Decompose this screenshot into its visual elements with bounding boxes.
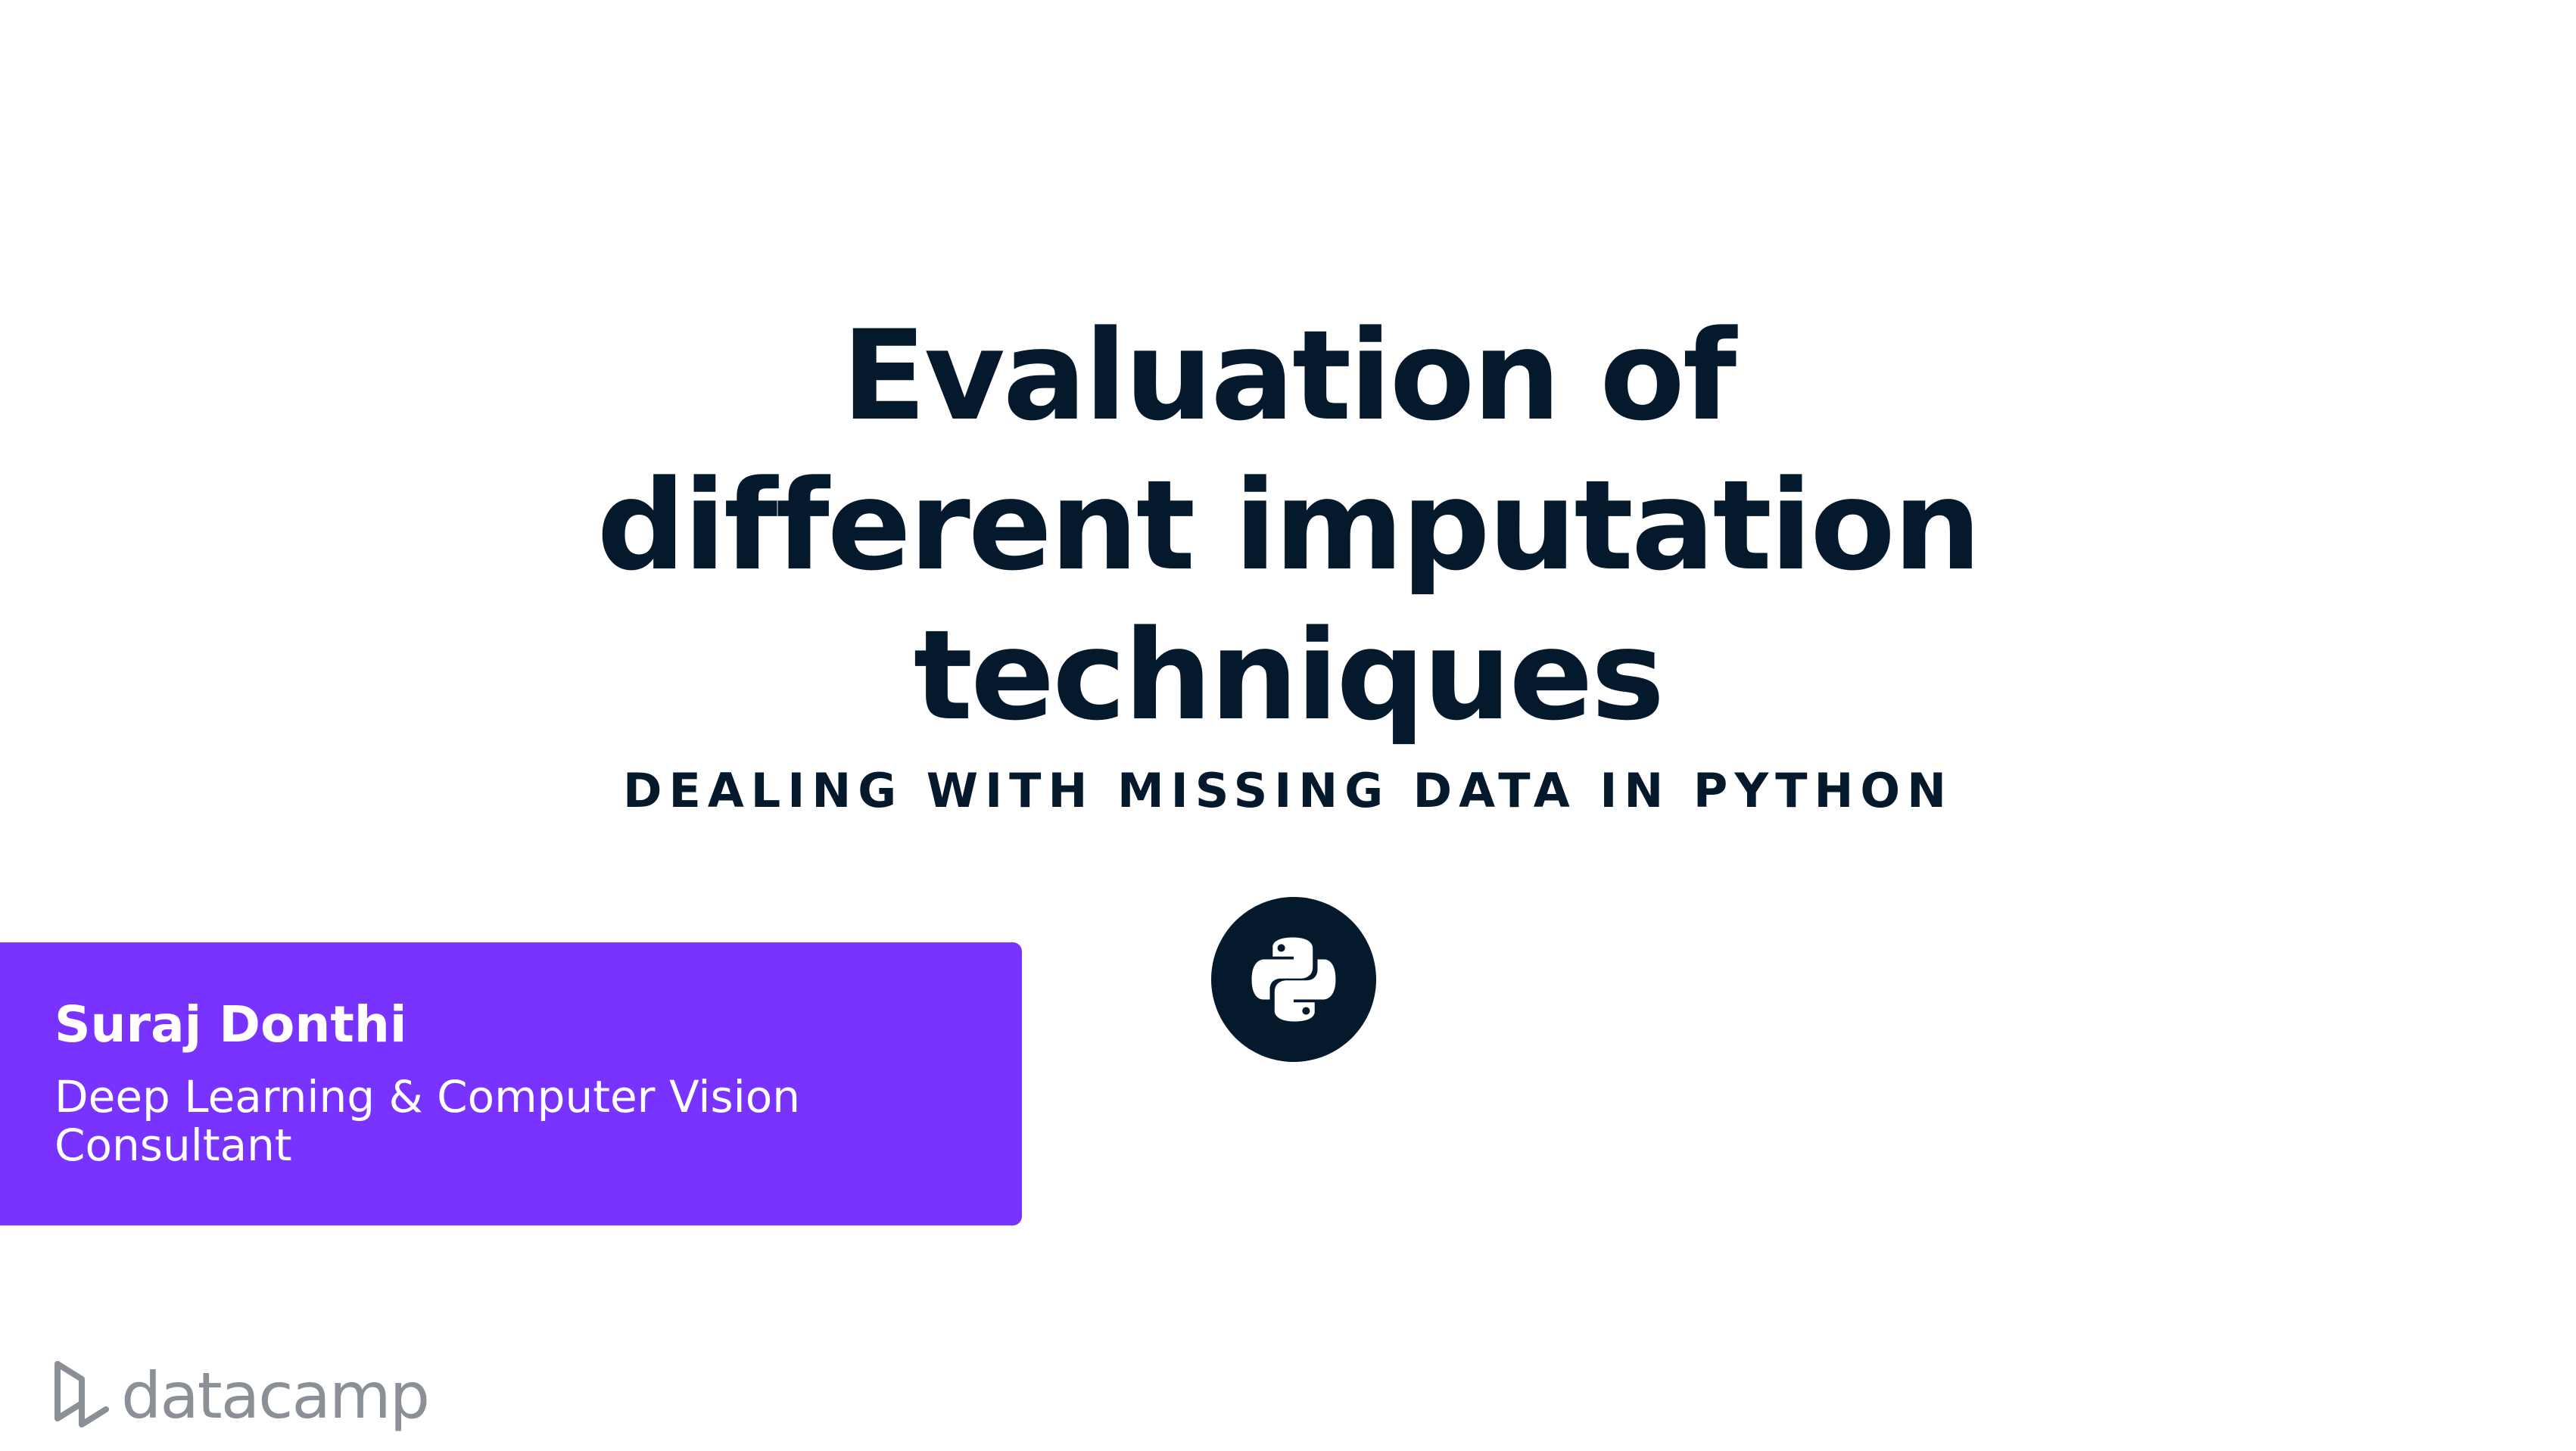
- title-line-1: Evaluation of: [841, 304, 1737, 448]
- course-name: DEALING WITH MISSING DATA IN PYTHON: [622, 763, 1953, 818]
- author-name: Suraj Donthi: [55, 995, 407, 1054]
- slide-title: Evaluation of different imputation techn…: [0, 301, 2576, 751]
- title-line-3: techniques: [913, 603, 1665, 748]
- title-slide: Evaluation of different imputation techn…: [0, 0, 2576, 1451]
- title-line-2: different imputation: [596, 453, 1981, 598]
- author-card: Suraj Donthi Deep Learning & Computer Vi…: [0, 942, 1022, 1225]
- datacamp-brand: datacamp: [51, 1355, 445, 1438]
- python-logo-icon: [1251, 937, 1336, 1022]
- author-role: Deep Learning & Computer Vision Consulta…: [55, 1071, 801, 1171]
- python-badge: [1211, 897, 1376, 1062]
- datacamp-logo-icon: [55, 1361, 109, 1428]
- brand-wordmark: datacamp: [121, 1359, 430, 1433]
